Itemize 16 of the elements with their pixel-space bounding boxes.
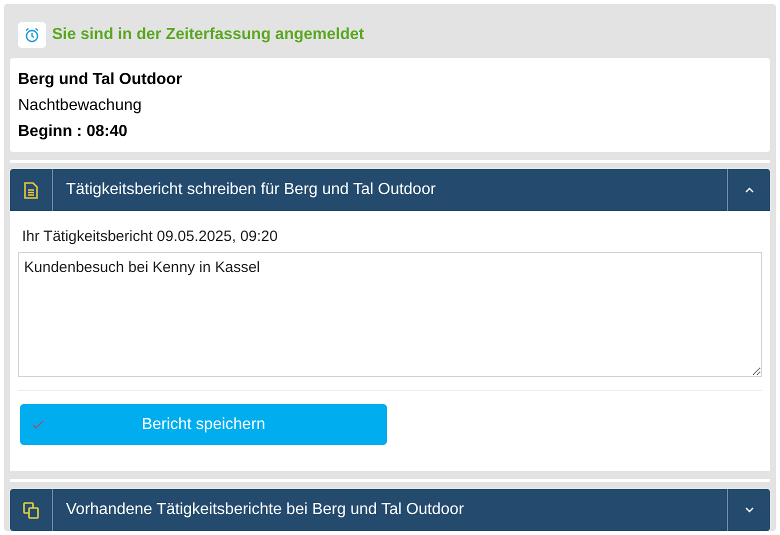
chevron-up-icon[interactable]	[744, 187, 754, 193]
report-field[interactable]: Kundenbesuch bei Kenny in Kassel	[18, 252, 762, 377]
document-icon	[24, 182, 38, 198]
report-label: Ihr Tätigkeitsbericht 09.05.2025, 09:20	[21, 227, 279, 247]
alarm-clock-icon	[18, 22, 46, 48]
start-time: Beginn : 08:40	[18, 122, 128, 142]
section-title: Vorhandene Tätigkeitsberichte bei Berg und Tal Outdoor	[65, 500, 465, 520]
status-title: Sie sind in der Zeiterfassung angemeldet	[52, 25, 364, 45]
accordion-header[interactable]: Tätigkeitsbericht schreiben für Berg und Tal Outdoor	[10, 169, 770, 211]
accordion-header[interactable]: Vorhandene Tätigkeitsberichte bei Berg und Tal Outdoor	[10, 489, 770, 531]
copy-icon	[22, 502, 40, 518]
section-title: Tätigkeitsbericht schreiben für Berg und Tal Outdoor	[65, 180, 437, 200]
company-name: Berg und Tal Outdoor	[18, 70, 184, 90]
chevron-down-icon[interactable]	[744, 507, 754, 513]
task-name: Nachtbewachung	[18, 96, 143, 116]
check-icon	[32, 420, 44, 429]
